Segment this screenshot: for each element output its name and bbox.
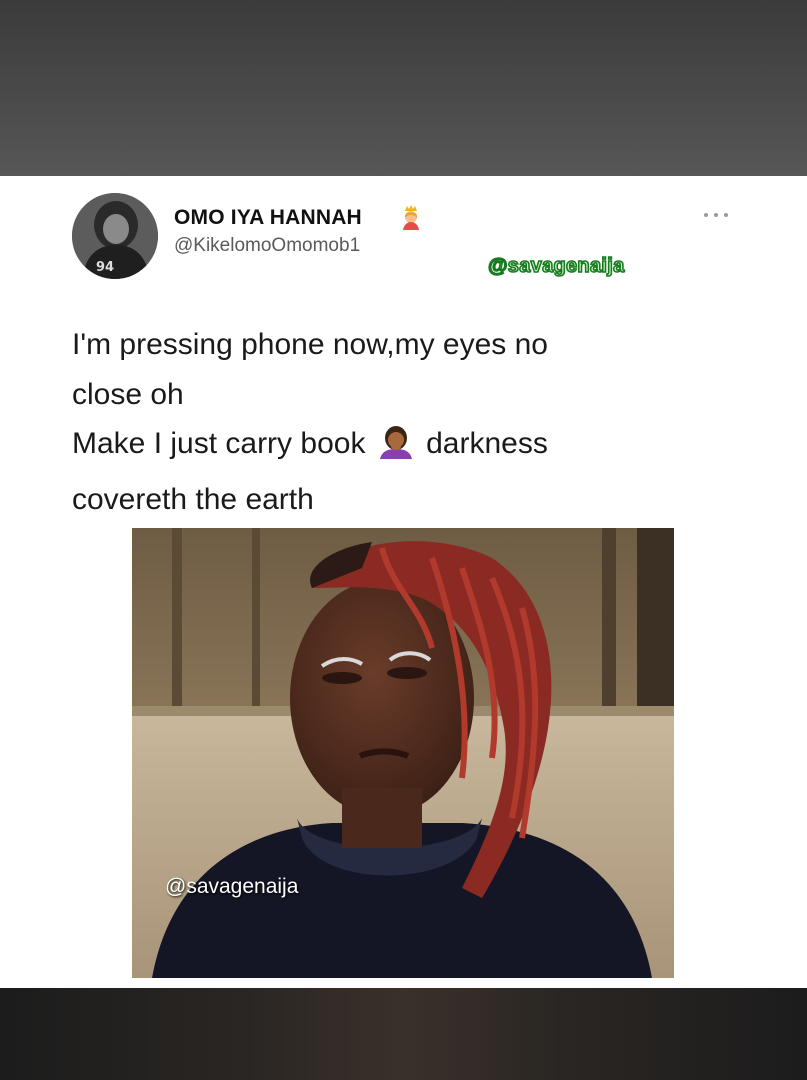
tweet-media-image[interactable] xyxy=(132,528,674,978)
tweet-text-segment: Make I just carry book xyxy=(72,427,366,460)
more-options-icon[interactable] xyxy=(704,211,732,219)
tweet-text-line: Make I just carry book darkness xyxy=(72,419,732,475)
display-name[interactable]: OMO IYA HANNAH xyxy=(174,206,362,230)
top-background-band xyxy=(0,0,807,176)
user-handle[interactable]: @KikelomoOmomob1 xyxy=(174,235,360,257)
profile-photo-icon: 94 xyxy=(72,193,158,279)
tweet-text-line: I'm pressing phone now,my eyes no xyxy=(72,328,548,361)
tweet-text: I'm pressing phone now,my eyes no close … xyxy=(72,320,732,524)
watermark-top: @savagenaija xyxy=(487,254,625,278)
meme-photo xyxy=(132,528,674,978)
tweet-text-line: covereth the earth xyxy=(72,482,314,516)
woman-facepalming-emoji-icon xyxy=(376,425,416,475)
tweet-text-segment: darkness xyxy=(426,427,548,460)
avatar[interactable]: 94 xyxy=(72,193,158,279)
watermark-image: @savagenaija xyxy=(165,875,299,898)
svg-text:94: 94 xyxy=(96,260,114,275)
princess-emoji-icon xyxy=(400,204,422,235)
bottom-background-band xyxy=(0,988,807,1080)
tweet-text-line: close oh xyxy=(72,377,184,411)
